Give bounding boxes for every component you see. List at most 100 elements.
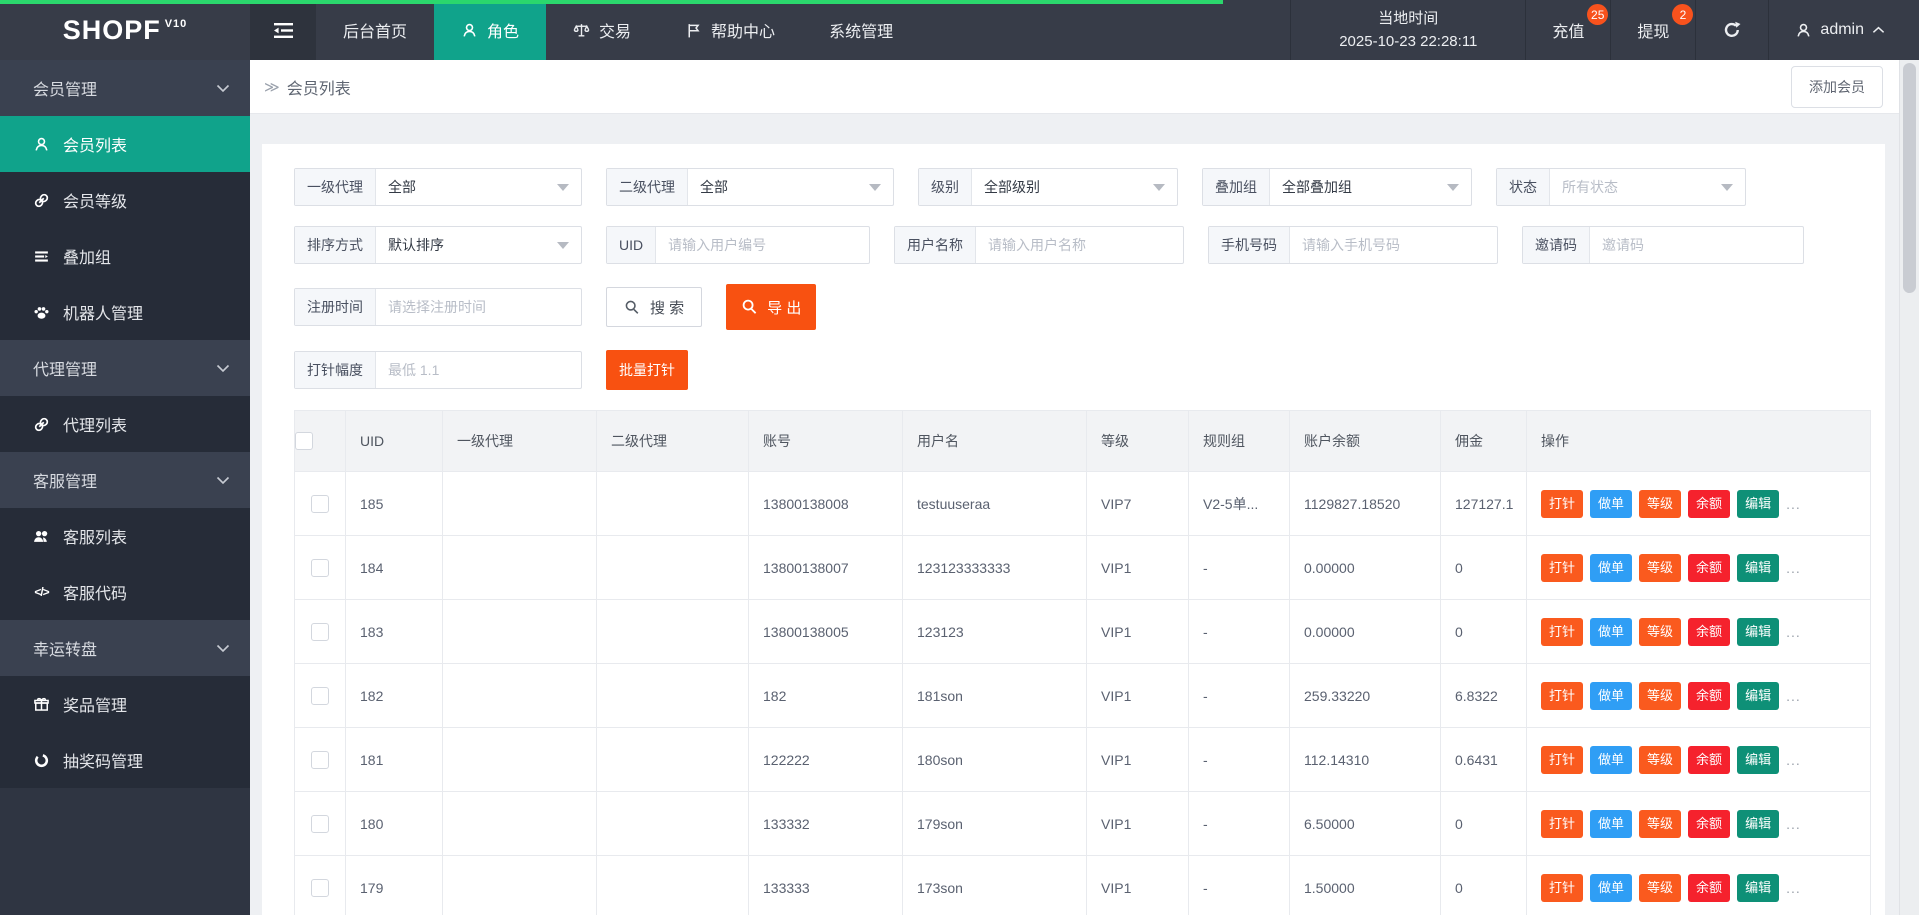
user-menu[interactable]: admin — [1769, 0, 1919, 60]
add-member-button[interactable]: 添加会员 — [1791, 65, 1883, 108]
sidebar-item-member-level[interactable]: 会员等级 — [0, 172, 250, 228]
recharge-button[interactable]: 充值 25 — [1526, 0, 1612, 60]
username-input[interactable] — [976, 227, 1183, 263]
uid-input[interactable] — [656, 227, 869, 263]
level-button[interactable]: 等级 — [1639, 617, 1682, 646]
row-checkbox[interactable] — [311, 750, 329, 769]
level-button[interactable]: 等级 — [1639, 553, 1682, 582]
edit-button[interactable]: 编辑 — [1737, 745, 1780, 774]
edit-button[interactable]: 编辑 — [1737, 873, 1780, 902]
row-checkbox[interactable] — [311, 494, 329, 513]
level-button[interactable]: 等级 — [1639, 873, 1682, 902]
make-order-button[interactable]: 做单 — [1590, 553, 1633, 582]
export-button[interactable]: 导 出 — [726, 284, 817, 330]
balance-button[interactable]: 余额 — [1688, 489, 1731, 518]
more-actions[interactable]: ... — [1786, 752, 1801, 768]
sidebar-item-service-code[interactable]: </> 客服代码 — [0, 564, 250, 620]
sidebar-item-service-list[interactable]: 客服列表 — [0, 508, 250, 564]
edit-button[interactable]: 编辑 — [1737, 681, 1780, 710]
filter-label: 叠加组 — [1203, 169, 1270, 205]
sidebar-group-member[interactable]: 会员管理 — [0, 60, 250, 116]
inject-button[interactable]: 打针 — [1541, 873, 1584, 902]
row-checkbox[interactable] — [311, 622, 329, 641]
balance-button[interactable]: 余额 — [1688, 809, 1731, 838]
row-checkbox[interactable] — [311, 878, 329, 897]
more-actions[interactable]: ... — [1786, 496, 1801, 512]
more-actions[interactable]: ... — [1786, 560, 1801, 576]
sidebar-item-agent-list[interactable]: 代理列表 — [0, 396, 250, 452]
nav-item-help-center[interactable]: 帮助中心 — [658, 0, 802, 60]
edit-button[interactable]: 编辑 — [1737, 617, 1780, 646]
more-actions[interactable]: ... — [1786, 688, 1801, 704]
cell-account: 133332 — [748, 791, 903, 856]
breadcrumb-icon: ≫ — [264, 78, 280, 96]
inject-button[interactable]: 打针 — [1541, 617, 1584, 646]
make-order-button[interactable]: 做单 — [1590, 745, 1633, 774]
refresh-button[interactable] — [1696, 0, 1770, 60]
scrollbar-thumb[interactable] — [1903, 63, 1916, 293]
row-checkbox[interactable] — [311, 558, 329, 577]
withdraw-button[interactable]: 提现 2 — [1611, 0, 1697, 60]
level-button[interactable]: 等级 — [1639, 745, 1682, 774]
sidebar-item-robot-management[interactable]: 机器人管理 — [0, 284, 250, 340]
sort-select[interactable]: 默认排序 — [376, 227, 581, 263]
balance-button[interactable]: 余额 — [1688, 873, 1731, 902]
sidebar-item-label: 机器人管理 — [63, 306, 144, 323]
sidebar-item-prize-management[interactable]: 奖品管理 — [0, 676, 250, 732]
inject-button[interactable]: 打针 — [1541, 809, 1584, 838]
nav-item-roles[interactable]: 角色 — [434, 0, 547, 60]
inject-button[interactable]: 打针 — [1541, 553, 1584, 582]
make-order-button[interactable]: 做单 — [1590, 617, 1633, 646]
sidebar-group-service[interactable]: 客服管理 — [0, 452, 250, 508]
sidebar-group-lucky-wheel[interactable]: 幸运转盘 — [0, 620, 250, 676]
more-actions[interactable]: ... — [1786, 816, 1801, 832]
inject-button[interactable]: 打针 — [1541, 681, 1584, 710]
edit-button[interactable]: 编辑 — [1737, 809, 1780, 838]
level-button[interactable]: 等级 — [1639, 489, 1682, 518]
balance-button[interactable]: 余额 — [1688, 745, 1731, 774]
agent2-select[interactable]: 全部 — [688, 169, 893, 205]
page: SHOPF V10 后台首页 角色 交易 帮助中心 系统管理 当地时间 2025… — [0, 0, 1919, 915]
edit-button[interactable]: 编辑 — [1737, 489, 1780, 518]
sidebar-group-agent[interactable]: 代理管理 — [0, 340, 250, 396]
nav-item-system[interactable]: 系统管理 — [802, 0, 920, 60]
overlay-group-select[interactable]: 全部叠加组 — [1270, 169, 1471, 205]
nav-item-dashboard[interactable]: 后台首页 — [316, 0, 434, 60]
inject-button[interactable]: 打针 — [1541, 745, 1584, 774]
balance-button[interactable]: 余额 — [1688, 553, 1731, 582]
inject-range-input[interactable] — [376, 352, 581, 388]
make-order-button[interactable]: 做单 — [1590, 489, 1633, 518]
make-order-button[interactable]: 做单 — [1590, 873, 1633, 902]
cell-username: testuuseraa — [902, 471, 1087, 536]
nav-item-trade[interactable]: 交易 — [546, 0, 658, 60]
level-button[interactable]: 等级 — [1639, 809, 1682, 838]
make-order-button[interactable]: 做单 — [1590, 809, 1633, 838]
filter-label: 用户名称 — [895, 227, 976, 263]
balance-button[interactable]: 余额 — [1688, 617, 1731, 646]
agent1-select[interactable]: 全部 — [376, 169, 581, 205]
balance-button[interactable]: 余额 — [1688, 681, 1731, 710]
reg-time-input[interactable] — [376, 289, 581, 325]
inject-button[interactable]: 打针 — [1541, 489, 1584, 518]
invite-code-input[interactable] — [1590, 227, 1803, 263]
sidebar-item-overlay-group[interactable]: 叠加组 — [0, 228, 250, 284]
search-button[interactable]: 搜 索 — [606, 287, 703, 327]
more-actions[interactable]: ... — [1786, 880, 1801, 896]
status-select[interactable]: 所有状态 — [1550, 169, 1745, 205]
phone-input[interactable] — [1290, 227, 1497, 263]
link-icon — [34, 417, 49, 431]
edit-button[interactable]: 编辑 — [1737, 553, 1780, 582]
level-select[interactable]: 全部级别 — [972, 169, 1177, 205]
page-scrollbar[interactable] — [1899, 60, 1919, 915]
sidebar-item-member-list[interactable]: 会员列表 — [0, 116, 250, 172]
row-checkbox[interactable] — [311, 686, 329, 705]
make-order-button[interactable]: 做单 — [1590, 681, 1633, 710]
more-actions[interactable]: ... — [1786, 624, 1801, 640]
select-all-checkbox[interactable] — [295, 432, 313, 451]
current-user-name: admin — [1820, 21, 1864, 38]
sidebar-toggle-button[interactable] — [250, 0, 316, 60]
sidebar-item-lottery-code-management[interactable]: 抽奖码管理 — [0, 732, 250, 788]
batch-inject-button[interactable]: 批量打针 — [606, 350, 688, 390]
row-checkbox[interactable] — [311, 814, 329, 833]
level-button[interactable]: 等级 — [1639, 681, 1682, 710]
